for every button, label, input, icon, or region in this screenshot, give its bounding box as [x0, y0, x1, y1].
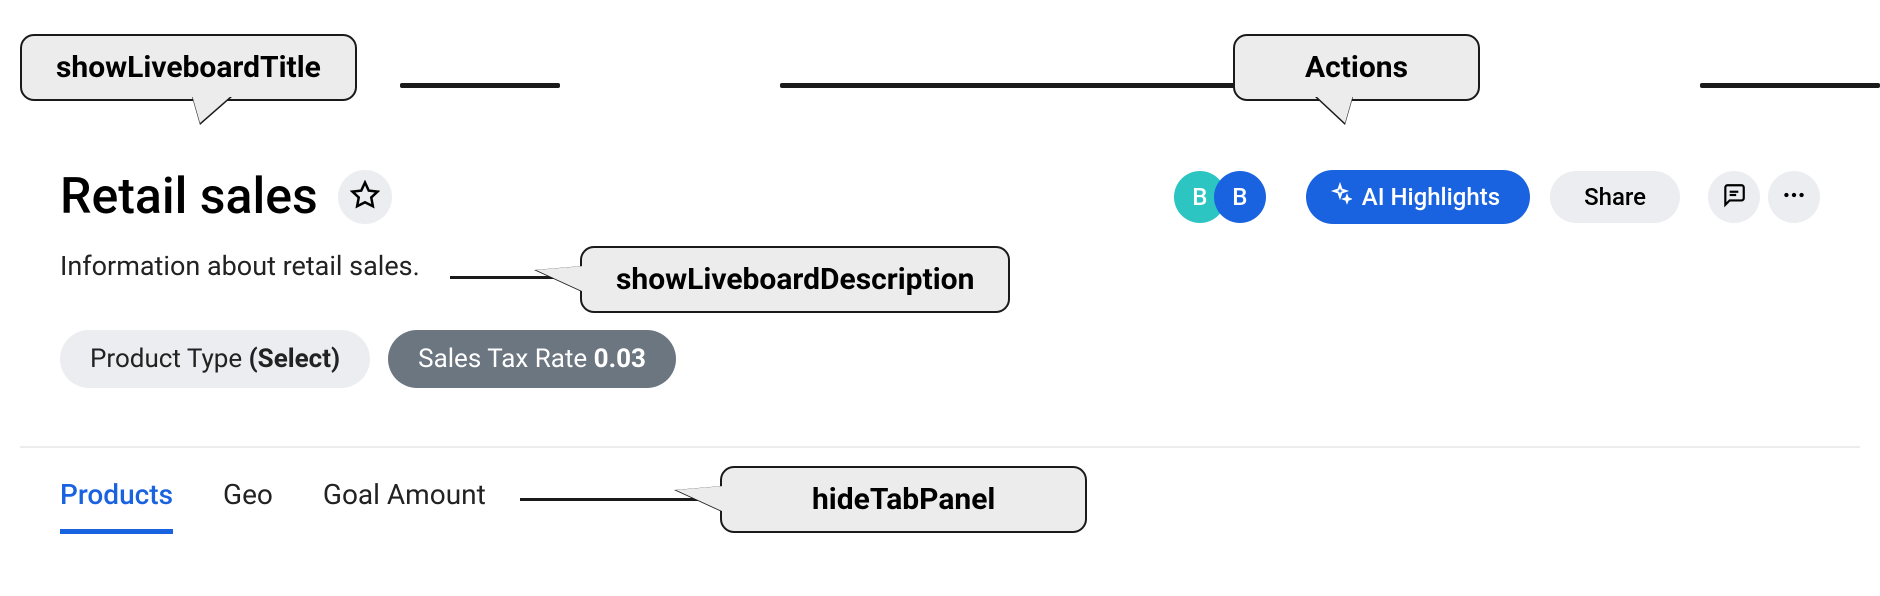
star-icon: [350, 180, 380, 214]
filter-chip-value: 0.03: [594, 344, 646, 374]
filter-chip-product-type[interactable]: Product Type (Select): [60, 330, 370, 388]
ai-highlights-label: AI Highlights: [1362, 183, 1500, 211]
liveboard-title: Retail sales: [60, 168, 318, 226]
share-button[interactable]: Share: [1550, 171, 1680, 223]
comments-button[interactable]: [1708, 171, 1760, 223]
tab-geo[interactable]: Geo: [223, 478, 273, 534]
filter-chip-sales-tax-rate[interactable]: Sales Tax Rate 0.03: [388, 330, 676, 388]
callout-label: Actions: [1305, 50, 1408, 85]
more-actions-button[interactable]: [1768, 171, 1820, 223]
tab-goal-amount[interactable]: Goal Amount: [323, 478, 486, 534]
avatar[interactable]: B: [1214, 171, 1266, 223]
sparkle-icon: [1328, 182, 1362, 212]
callout-show-description: showLiveboardDescription: [580, 246, 1010, 313]
callout-actions: Actions: [1233, 34, 1480, 101]
filter-chip-label: Sales Tax Rate: [418, 344, 587, 374]
tab-panel: Products Geo Goal Amount: [60, 478, 486, 534]
filter-chip-label: Product Type: [90, 344, 242, 374]
callout-show-title: showLiveboardTitle: [20, 34, 357, 101]
tab-products[interactable]: Products: [60, 478, 173, 534]
comment-icon: [1721, 182, 1747, 212]
callout-label: hideTabPanel: [812, 482, 995, 517]
filter-chip-value: (Select): [249, 344, 341, 374]
filter-chips: Product Type (Select) Sales Tax Rate 0.0…: [60, 330, 676, 388]
liveboard-description: Information about retail sales.: [60, 250, 420, 282]
divider: [20, 446, 1860, 448]
callout-hide-tab-panel: hideTabPanel: [720, 466, 1087, 533]
share-label: Share: [1584, 183, 1646, 211]
liveboard-header: Retail sales B B AI Highlights Share: [60, 168, 1820, 226]
ai-highlights-button[interactable]: AI Highlights: [1306, 170, 1530, 224]
callout-label: showLiveboardDescription: [616, 262, 974, 297]
callout-label: showLiveboardTitle: [56, 50, 321, 85]
favorite-button[interactable]: [338, 170, 392, 224]
ellipsis-icon: [1781, 182, 1807, 212]
user-avatars: B B: [1174, 171, 1266, 223]
